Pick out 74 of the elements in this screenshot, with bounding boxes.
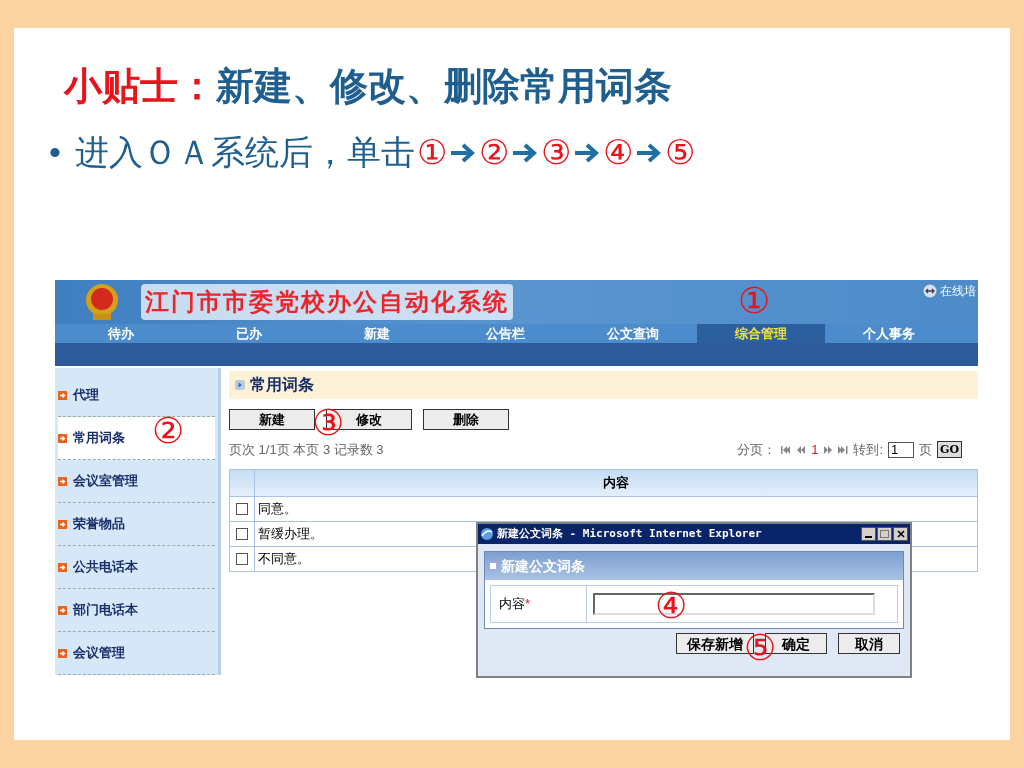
sidebar-item[interactable]: 部门电话本 — [58, 589, 215, 632]
bullet-arrow-icon — [58, 476, 67, 486]
row-checkbox[interactable] — [236, 527, 248, 540]
field-label: 内容 — [499, 595, 525, 614]
required-mark: * — [525, 595, 531, 614]
nav-tab[interactable]: 公告栏 — [441, 323, 569, 344]
row-checkbox[interactable] — [236, 502, 248, 515]
bullet-arrow-icon — [58, 519, 67, 529]
toolbar-button[interactable]: 删除 — [423, 409, 509, 430]
bullet-arrow-icon — [58, 605, 67, 615]
title-prefix: 小贴士： — [64, 64, 216, 109]
goto-page-field[interactable]: 1 — [888, 441, 914, 458]
nav-tab[interactable]: 待办 — [57, 323, 185, 344]
step-number: ① — [416, 132, 447, 173]
dialog-button[interactable]: 取消 — [838, 633, 900, 654]
arrow-icon — [572, 141, 601, 164]
nav-tab[interactable]: 综合管理 — [697, 323, 825, 344]
globe-icon — [923, 284, 937, 298]
sidebar-item[interactable]: 会议室管理 — [58, 460, 215, 503]
sidebar-item[interactable]: 公共电话本 — [58, 546, 215, 589]
nav-tab[interactable]: 新建 — [313, 323, 441, 344]
column-header: 内容 — [602, 473, 630, 492]
minimize-icon — [865, 536, 872, 538]
maximize-icon — [880, 530, 889, 538]
sidebar-item[interactable]: 常用词条 ② — [58, 417, 215, 460]
panel-title: 常用词条 — [250, 375, 314, 395]
go-button[interactable]: GO — [937, 441, 962, 459]
bullet-arrow-icon — [58, 562, 67, 572]
pager-arrow-icon[interactable] — [781, 445, 792, 454]
goto-label: 转到: — [853, 441, 883, 459]
bullet-arrow-icon — [58, 433, 67, 443]
toolbar-button[interactable]: 新建 — [229, 409, 315, 430]
pager-arrow-icon[interactable] — [838, 445, 849, 454]
record-info: 页次 1/1页 本页 3 记录数 3 — [229, 441, 384, 459]
emblem-icon — [83, 281, 121, 322]
pager-arrow-icon[interactable] — [796, 445, 807, 454]
step-number: ④ — [602, 132, 633, 173]
dialog-title: 新建公文词条 - Microsoft Internet Explorer — [497, 525, 762, 542]
sidebar-item[interactable]: 会议管理 — [58, 632, 215, 675]
callout-number: ① — [738, 283, 770, 319]
pager-label: 分页： — [737, 441, 777, 459]
row-checkbox[interactable] — [236, 552, 248, 565]
bullet-text: 进入ＯＡ系统后，单击 — [74, 132, 415, 173]
bullet-icon — [489, 562, 497, 570]
sidebar-item[interactable]: 荣誉物品 — [58, 503, 215, 546]
close-button[interactable] — [893, 527, 908, 541]
browser-icon — [480, 527, 494, 541]
callout-number: ④ — [655, 588, 687, 624]
maximize-button[interactable] — [877, 527, 892, 541]
arrow-icon — [448, 141, 477, 164]
system-title: 江门市市委党校办公自动化系统 — [141, 283, 513, 320]
step-number: ② — [478, 132, 509, 173]
minimize-button[interactable] — [861, 527, 876, 541]
play-icon — [235, 380, 245, 390]
bullet-dot: • — [49, 132, 61, 173]
arrow-icon — [510, 141, 539, 164]
nav-tab[interactable]: 已办 — [185, 323, 313, 344]
bullet-arrow-icon — [58, 648, 67, 658]
arrow-icon — [634, 141, 663, 164]
table-cell-text: 不同意。 — [258, 549, 310, 568]
bullet-arrow-icon — [58, 390, 67, 400]
online-training-link[interactable]: 在线培 — [940, 282, 976, 300]
table-cell-text: 暂缓办理。 — [258, 524, 323, 543]
pager-arrow-icon[interactable] — [823, 445, 834, 454]
step-number: ③ — [540, 132, 571, 173]
step-number: ⑤ — [664, 132, 695, 173]
table-cell-text: 同意。 — [258, 499, 297, 518]
close-icon — [896, 530, 905, 538]
nav-tab[interactable]: 个人事务 — [825, 323, 953, 344]
page-unit: 页 — [919, 441, 932, 459]
dialog-header: 新建公文词条 — [501, 556, 585, 576]
nav-tab[interactable]: 公文查询 — [569, 323, 697, 344]
slide-title: 新建、修改、删除常用词条 — [216, 64, 672, 109]
current-page: 1 — [811, 441, 819, 459]
